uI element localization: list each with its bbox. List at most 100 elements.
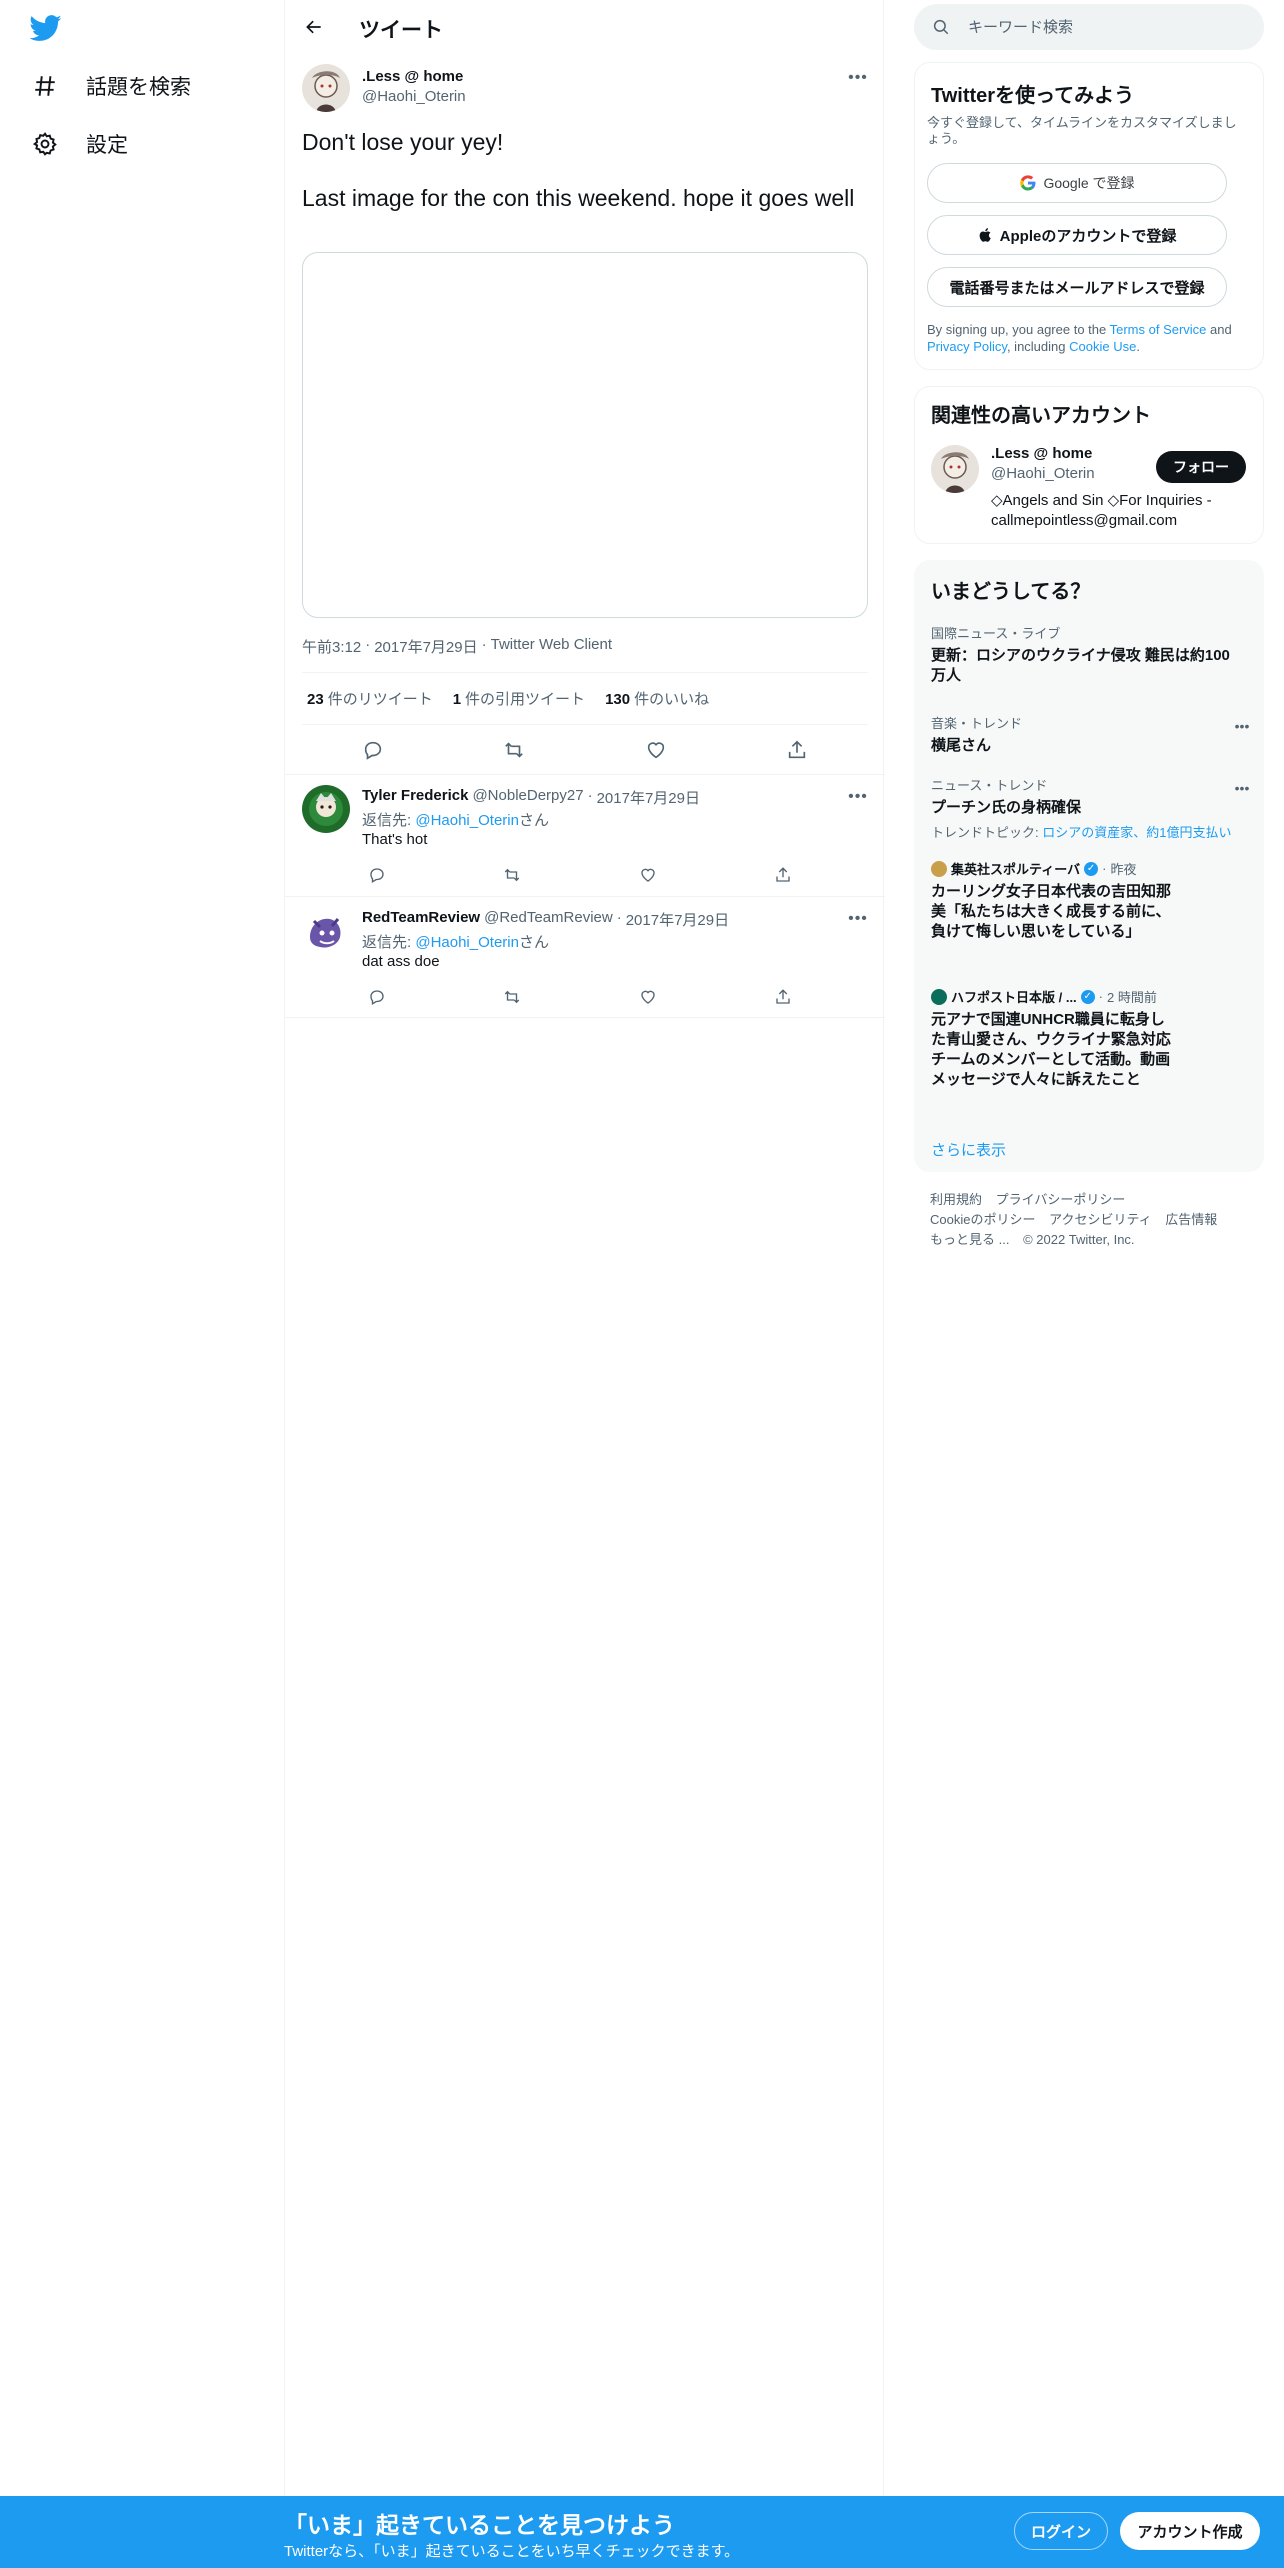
reply-date[interactable]: 2017年7月29日 [597, 787, 700, 808]
privacy-policy-link[interactable]: Privacy Policy [927, 339, 1007, 354]
tweet-client[interactable]: Twitter Web Client [491, 636, 612, 657]
share-button[interactable] [768, 982, 798, 1012]
news-item[interactable]: ハフポスト日本版 / ... ✓ · 2 時間前 元アナで国連UNHCR職員に転… [931, 987, 1171, 1090]
trend-more-button[interactable]: ••• [1227, 715, 1257, 737]
trend-item[interactable]: 国際ニュース・ライブ 更新：ロシアのウクライナ侵攻 難民は約100万人 [931, 623, 1231, 686]
like-button[interactable] [633, 982, 663, 1012]
share-icon [776, 989, 790, 1004]
tweet-text: Last image for the con this weekend. hop… [302, 185, 855, 211]
terms-text: and [1206, 322, 1232, 337]
show-more-link[interactable]: さらに表示 [931, 1139, 1006, 1160]
terms-text: By signing up, you agree to the [927, 322, 1110, 337]
bottom-bar-title: 「いま」起きていることを見つけよう [284, 2512, 675, 2538]
news-title: カーリング女子日本代表の吉田知那美「私たちは大きく成長する前に、負けて悔しい思い… [931, 883, 1172, 940]
avatar[interactable] [302, 64, 350, 112]
footer-ads-link[interactable]: 広告情報 [1165, 1212, 1217, 1227]
trend-title: プーチン氏の身柄確保 [931, 799, 1082, 816]
author-name[interactable]: .Less @ home [362, 68, 463, 85]
reply-author-name[interactable]: Tyler Frederick [362, 787, 468, 808]
quotes-stat[interactable]: 1 件の引用ツイート [453, 688, 585, 709]
terms-text: , including [1006, 339, 1070, 354]
mention-link[interactable]: @Haohi_Oterin [415, 934, 519, 951]
search-input[interactable] [968, 18, 1248, 36]
more-options-button[interactable]: ••• [843, 907, 873, 931]
account-name[interactable]: .Less @ home [991, 445, 1092, 462]
avatar[interactable] [302, 907, 350, 955]
reply-author-handle[interactable]: @NobleDerpy27 [472, 787, 583, 808]
trend-topic-link[interactable]: ロシアの資産家、約1億円支払い [1042, 825, 1231, 840]
reply-tweet[interactable]: RedTeamReview @RedTeamReview · 2017年7月29… [285, 896, 885, 1018]
trend-more-button[interactable]: ••• [1227, 777, 1257, 799]
account-bio: ◇Angels and Sin ◇For Inquiries - callmep… [991, 492, 1212, 529]
back-button[interactable] [297, 10, 331, 44]
separator: · [481, 636, 487, 653]
ellipsis-icon: ••• [1234, 780, 1250, 796]
reply-tweet[interactable]: Tyler Frederick @NobleDerpy27 · 2017年7月2… [285, 774, 885, 896]
footer-accessibility-link[interactable]: アクセシビリティ [1049, 1212, 1152, 1227]
avatar[interactable] [302, 785, 350, 833]
nav-item-label: 話題を検索 [86, 76, 191, 99]
more-options-button[interactable]: ••• [843, 66, 873, 90]
phone-email-signup-button[interactable]: 電話番号またはメールアドレスで登録 [927, 267, 1227, 307]
search-bar[interactable] [914, 4, 1264, 50]
like-button[interactable] [633, 860, 663, 890]
heart-icon [647, 742, 664, 759]
follow-button[interactable]: フォロー [1156, 451, 1246, 483]
separator: · [587, 787, 593, 804]
tweet-stats: 23 件のリツイート 1 件の引用ツイート 130 件のいいね [307, 688, 709, 709]
honorific: さん [518, 812, 549, 829]
search-icon [932, 17, 952, 37]
mention-link[interactable]: @Haohi_Oterin [415, 812, 519, 829]
footer-privacy-link[interactable]: プライバシーポリシー [996, 1192, 1126, 1207]
like-button[interactable] [638, 732, 674, 768]
reply-author-handle[interactable]: @RedTeamReview [484, 909, 613, 930]
reply-icon [370, 868, 384, 883]
news-title: 元アナで国連UNHCR職員に転身した青山愛さん、ウクライナ緊急対応チームのメンバ… [931, 1011, 1171, 1088]
reply-date[interactable]: 2017年7月29日 [626, 909, 729, 930]
author-handle[interactable]: @Haohi_Oterin [362, 88, 466, 105]
replying-to-label: 返信先: [362, 812, 416, 829]
reply-button[interactable] [355, 732, 391, 768]
avatar[interactable] [931, 445, 979, 493]
source-logo-icon [931, 988, 947, 1005]
nav-item-explore[interactable]: 話題を検索 [30, 66, 191, 106]
trend-item[interactable]: ニュース・トレンド プーチン氏の身柄確保 トレンドトピック: ロシアの資産家、約… [931, 775, 1231, 841]
retweets-stat[interactable]: 23 件のリツイート [307, 688, 433, 709]
tweet-time[interactable]: 午前3:12 [302, 636, 361, 657]
retweet-button[interactable] [497, 860, 527, 890]
create-account-button[interactable]: アカウント作成 [1120, 2512, 1260, 2550]
google-signup-button[interactable]: Google で登録 [927, 163, 1227, 203]
terms-of-service-link[interactable]: Terms of Service [1110, 322, 1207, 337]
replying-to-label: 返信先: [362, 934, 416, 951]
nav-item-settings[interactable]: 設定 [30, 124, 128, 164]
trend-item[interactable]: 音楽・トレンド 横尾さん [931, 713, 1231, 756]
footer-cookie-link[interactable]: Cookieのポリシー [930, 1212, 1035, 1227]
reply-author-name[interactable]: RedTeamReview [362, 909, 480, 930]
signup-title: Twitterを使ってみよう [931, 85, 1135, 107]
account-handle[interactable]: @Haohi_Oterin [991, 465, 1095, 482]
tweet-date[interactable]: 2017年7月29日 [374, 636, 477, 657]
nav-item-label: 設定 [86, 134, 128, 157]
apple-signup-button[interactable]: Appleのアカウントで登録 [927, 215, 1227, 255]
news-time: 2 時間前 [1107, 990, 1157, 1005]
reply-text: dat ass doe [362, 953, 440, 970]
more-options-button[interactable]: ••• [843, 785, 873, 809]
cookie-use-link[interactable]: Cookie Use [1069, 339, 1136, 354]
retweet-button[interactable] [496, 732, 532, 768]
footer-terms-link[interactable]: 利用規約 [930, 1192, 982, 1207]
likes-stat[interactable]: 130 件のいいね [605, 688, 709, 709]
tweet-text: Don't lose your yey! [302, 129, 504, 155]
retweet-button[interactable] [497, 982, 527, 1012]
retweet-icon [505, 868, 520, 882]
divider [302, 672, 868, 673]
twitter-logo-icon[interactable] [29, 12, 66, 48]
share-button[interactable] [768, 860, 798, 890]
login-button[interactable]: ログイン [1014, 2512, 1108, 2550]
news-item[interactable]: 集英社スポルティーバ ✓ · 昨夜 カーリング女子日本代表の吉田知那美「私たちは… [931, 859, 1171, 942]
bottom-signup-bar: 「いま」起きていることを見つけよう Twitterなら、「いま」起きていることを… [0, 2496, 1284, 2568]
share-button[interactable] [779, 732, 815, 768]
footer-more-link[interactable]: もっと見る ... [930, 1232, 1009, 1247]
tweet-media[interactable] [302, 252, 868, 618]
reply-button[interactable] [362, 982, 392, 1012]
reply-button[interactable] [362, 860, 392, 890]
